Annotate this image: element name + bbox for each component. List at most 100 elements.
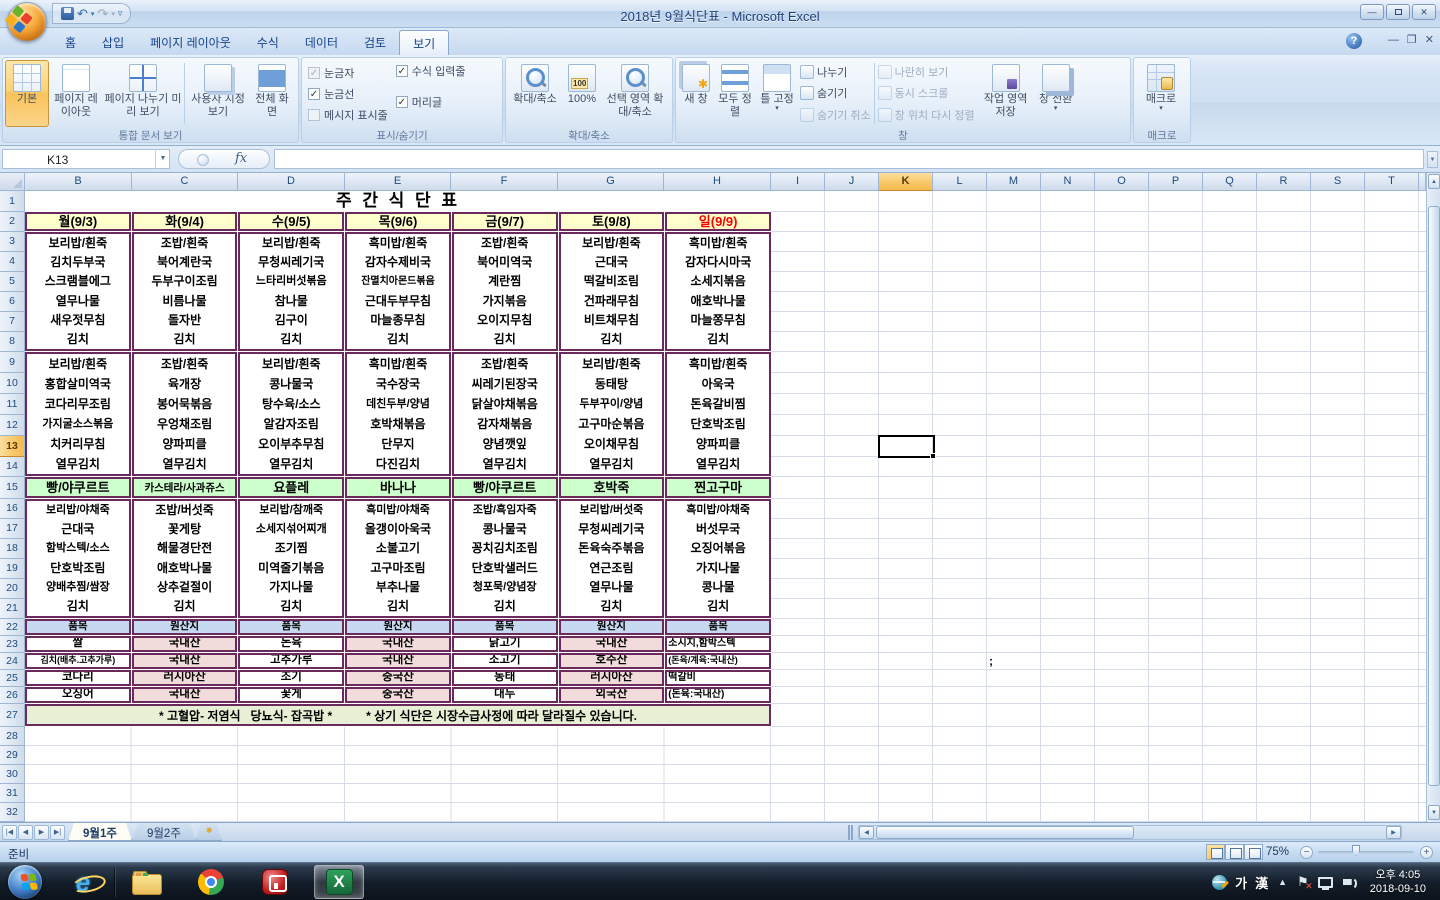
row-header-3[interactable]: 3 xyxy=(0,232,25,252)
column-header-H[interactable]: H xyxy=(664,173,771,191)
last-sheet-icon[interactable]: ▶| xyxy=(50,825,65,840)
insert-worksheet-icon[interactable] xyxy=(196,823,222,841)
row-header-23[interactable]: 23 xyxy=(0,636,25,653)
redo-dropdown-icon[interactable]: ▾ xyxy=(111,10,115,18)
row-header-15[interactable]: 15 xyxy=(0,477,25,499)
checkbox-수식 입력줄[interactable]: ✓ 수식 입력줄 xyxy=(395,63,465,79)
row-header-27[interactable]: 27 xyxy=(0,704,25,727)
column-header-K[interactable]: K xyxy=(879,173,933,191)
checkbox-메시지 표시줄[interactable]: 메시지 표시줄 xyxy=(308,107,388,123)
ribbon-button-zoom[interactable]: 확대/축소 xyxy=(508,60,562,127)
ribbon-button-reset-window-position[interactable]: 창 위치 다시 정렬 xyxy=(877,107,975,124)
formula-bar-expand-icon[interactable]: ▼ xyxy=(1427,151,1438,168)
row-header-4[interactable]: 4 xyxy=(0,252,25,272)
workbook-restore-button[interactable]: ❐ xyxy=(1407,33,1417,47)
undo-dropdown-icon[interactable]: ▾ xyxy=(91,10,95,18)
name-box-dropdown-icon[interactable]: ▼ xyxy=(155,149,170,169)
zoom-slider-track[interactable] xyxy=(1318,851,1414,854)
checkbox-눈금자[interactable]: ✓ 눈금자 xyxy=(308,65,388,81)
ribbon-button-zoom-100[interactable]: 100% xyxy=(562,60,602,127)
ime-language-icon[interactable] xyxy=(1212,874,1228,890)
tab-split-handle[interactable] xyxy=(848,825,853,840)
ime-korean-indicator[interactable]: 가 xyxy=(1235,873,1247,892)
row-header-30[interactable]: 30 xyxy=(0,765,25,784)
name-box[interactable]: K13 xyxy=(2,149,170,169)
row-header-12[interactable]: 12 xyxy=(0,415,25,436)
row-header-8[interactable]: 8 xyxy=(0,332,25,352)
tab-데이터[interactable]: 데이터 xyxy=(292,30,351,55)
first-sheet-icon[interactable]: |◀ xyxy=(2,825,17,840)
workbook-minimize-button[interactable]: — xyxy=(1388,33,1399,47)
ribbon-button-freeze-panes[interactable]: 틀 고정 ▾ xyxy=(756,60,798,127)
minimize-button[interactable]: — xyxy=(1360,4,1384,20)
taskbar-internet-explorer[interactable]: e xyxy=(58,865,108,899)
row-header-28[interactable]: 28 xyxy=(0,727,25,746)
scroll-right-icon[interactable]: ▶ xyxy=(1386,826,1401,839)
ribbon-button-switch-windows[interactable]: 창 전환 ▾ xyxy=(1035,60,1077,127)
vertical-scrollbar[interactable]: ▲ ▼ xyxy=(1426,173,1440,822)
ribbon-button-normal-view[interactable]: 기본 xyxy=(5,60,49,127)
ribbon-button-unhide[interactable]: 숨기기 취소 xyxy=(800,107,871,124)
row-header-9[interactable]: 9 xyxy=(0,352,25,373)
column-header-M[interactable]: M xyxy=(987,173,1041,191)
row-header-18[interactable]: 18 xyxy=(0,539,25,559)
taskbar-red-utility[interactable] xyxy=(250,865,300,899)
row-header-7[interactable]: 7 xyxy=(0,312,25,332)
column-header-O[interactable]: O xyxy=(1095,173,1149,191)
start-button[interactable] xyxy=(8,865,42,899)
ribbon-button-synchronous-scrolling[interactable]: 동시 스크롤 xyxy=(877,85,975,102)
checkbox-머리글[interactable]: ✓ 머리글 xyxy=(395,94,466,110)
ribbon-button-new-window[interactable]: 새 창 xyxy=(678,60,714,127)
column-header-N[interactable]: N xyxy=(1041,173,1095,191)
zoom-out-icon[interactable]: − xyxy=(1300,846,1313,859)
show-hidden-icons-icon[interactable]: ▲ xyxy=(1278,877,1287,887)
office-button[interactable] xyxy=(7,2,47,42)
fx-icon[interactable]: fx xyxy=(235,151,247,166)
column-header-I[interactable]: I xyxy=(771,173,825,191)
row-header-13[interactable]: 13 xyxy=(0,436,25,457)
network-icon[interactable] xyxy=(1317,876,1333,890)
row-header-32[interactable]: 32 xyxy=(0,803,25,822)
help-icon[interactable]: ? xyxy=(1346,33,1362,49)
row-header-6[interactable]: 6 xyxy=(0,292,25,312)
row-header-24[interactable]: 24 xyxy=(0,653,25,670)
clock[interactable]: 오후 4:05 2018-09-10 xyxy=(1370,868,1426,896)
prev-sheet-icon[interactable]: ◀ xyxy=(18,825,33,840)
close-button[interactable]: ✕ xyxy=(1412,4,1436,20)
column-header-C[interactable]: C xyxy=(132,173,238,191)
scroll-down-icon[interactable]: ▼ xyxy=(1428,805,1440,820)
ribbon-button-hide[interactable]: 숨기기 xyxy=(800,85,871,102)
sheet-tab-9월1주[interactable]: 9월1주 xyxy=(68,823,132,841)
column-header-L[interactable]: L xyxy=(933,173,987,191)
row-header-25[interactable]: 25 xyxy=(0,670,25,687)
row-header-16[interactable]: 16 xyxy=(0,499,25,519)
taskbar-file-explorer[interactable] xyxy=(122,865,172,899)
zoom-level[interactable]: 75% xyxy=(1266,846,1289,858)
column-header-S[interactable]: S xyxy=(1311,173,1365,191)
sheet-tab-9월2주[interactable]: 9월2주 xyxy=(132,823,196,841)
tab-홈[interactable]: 홈 xyxy=(52,30,89,55)
column-header-J[interactable]: J xyxy=(825,173,879,191)
row-header-1[interactable]: 1 xyxy=(0,191,25,212)
ime-hanja-indicator[interactable]: 漢 xyxy=(1255,873,1268,892)
undo-button[interactable]: ↶ xyxy=(77,6,88,22)
column-header-G[interactable]: G xyxy=(558,173,664,191)
column-header-Q[interactable]: Q xyxy=(1203,173,1257,191)
redo-button[interactable]: ↷ xyxy=(97,6,108,22)
workbook-close-button[interactable]: ✕ xyxy=(1425,33,1434,47)
scroll-up-icon[interactable]: ▲ xyxy=(1428,174,1440,189)
row-header-22[interactable]: 22 xyxy=(0,619,25,636)
formula-input[interactable] xyxy=(274,149,1424,169)
next-sheet-icon[interactable]: ▶ xyxy=(34,825,49,840)
row-header-26[interactable]: 26 xyxy=(0,687,25,704)
column-header-T[interactable]: T xyxy=(1365,173,1419,191)
row-header-19[interactable]: 19 xyxy=(0,559,25,579)
column-header-P[interactable]: P xyxy=(1149,173,1203,191)
ribbon-button-custom-views[interactable]: 사용자 지정 보기 xyxy=(186,60,250,127)
ribbon-button-full-screen[interactable]: 전체 화면 xyxy=(250,60,294,127)
ribbon-button-split[interactable]: 나누기 xyxy=(800,63,871,80)
tab-삽입[interactable]: 삽입 xyxy=(89,30,137,55)
select-all-corner[interactable] xyxy=(0,173,25,191)
row-header-2[interactable]: 2 xyxy=(0,212,25,232)
row-header-17[interactable]: 17 xyxy=(0,519,25,539)
